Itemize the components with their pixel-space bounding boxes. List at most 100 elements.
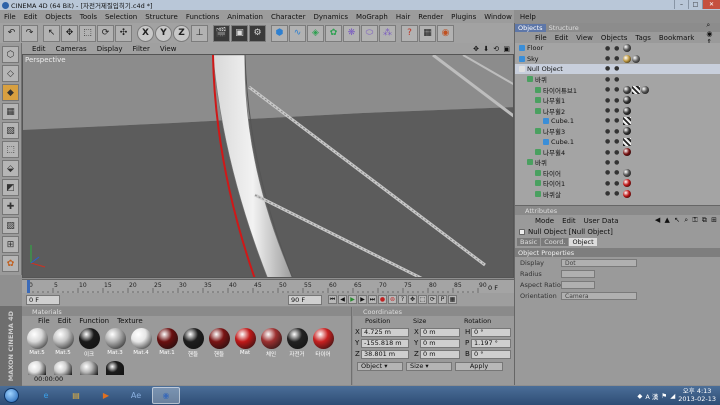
materials-menu-function[interactable]: Function bbox=[75, 317, 113, 325]
material-sphere[interactable] bbox=[234, 328, 256, 349]
visibility-dots-icon[interactable]: ● ● bbox=[605, 138, 620, 145]
tweak-mode-icon[interactable]: ▨ bbox=[2, 217, 19, 234]
coord-mode-select[interactable]: Object ▾ bbox=[357, 361, 403, 371]
visibility-dots-icon[interactable]: ● ● bbox=[605, 65, 620, 72]
object-row[interactable]: 바퀴살 ● ● bbox=[515, 188, 720, 199]
attr-tab-coord[interactable]: Coord. bbox=[541, 238, 569, 246]
object-menu-view[interactable]: View bbox=[572, 34, 597, 42]
visibility-dots-icon[interactable]: ● ● bbox=[605, 180, 620, 187]
scene-object-icon[interactable]: ⬭ bbox=[361, 24, 378, 42]
tab-structure[interactable]: Structure bbox=[546, 24, 582, 32]
object-row[interactable]: 타이어튜브1 ● ● bbox=[515, 85, 720, 95]
rotation-field[interactable]: 0 ° bbox=[471, 349, 511, 359]
menu-file[interactable]: File bbox=[0, 13, 20, 21]
material-sphere[interactable] bbox=[52, 328, 74, 349]
edit-render-settings-icon[interactable]: ⚙ bbox=[249, 24, 266, 42]
viewport-menu-edit[interactable]: Edit bbox=[27, 45, 51, 53]
taskbar-cinema4d-icon[interactable]: ◉ bbox=[152, 387, 180, 404]
next-key-icon[interactable]: ▶ bbox=[358, 295, 367, 304]
taskbar-aftereffects-icon[interactable]: Ae bbox=[122, 387, 150, 404]
attr-tab-basic[interactable]: Basic bbox=[517, 238, 541, 246]
attribute-value-field[interactable] bbox=[561, 281, 595, 289]
material-swatch[interactable]: Mat.4 bbox=[130, 328, 152, 358]
end-frame-field[interactable]: 90 F bbox=[288, 294, 322, 305]
material-swatch[interactable] bbox=[104, 361, 126, 375]
material-sphere[interactable] bbox=[130, 328, 152, 349]
attribute-menu-mode[interactable]: Mode bbox=[531, 217, 558, 225]
move-icon[interactable]: ✥ bbox=[61, 24, 78, 42]
keyframe-selection-icon[interactable]: ? bbox=[398, 295, 407, 304]
object-row[interactable]: Cube.1 ● ● bbox=[515, 116, 720, 126]
material-sphere[interactable] bbox=[182, 328, 204, 349]
x-axis-icon[interactable]: X bbox=[137, 24, 154, 42]
material-tag-icon[interactable] bbox=[641, 85, 649, 94]
size-field[interactable]: 0 m bbox=[420, 338, 460, 348]
material-tag-icon[interactable] bbox=[623, 189, 631, 198]
maximize-button[interactable]: □ bbox=[688, 0, 702, 9]
visibility-dots-icon[interactable]: ● ● bbox=[605, 117, 620, 124]
menu-dynamics[interactable]: Dynamics bbox=[310, 13, 353, 21]
visibility-dots-icon[interactable]: ● ● bbox=[605, 55, 620, 62]
undo-icon[interactable]: ↶ bbox=[3, 24, 20, 42]
object-menu-edit[interactable]: Edit bbox=[551, 34, 573, 42]
menu-functions[interactable]: Functions bbox=[182, 13, 223, 21]
material-sphere[interactable] bbox=[208, 328, 230, 349]
rotation-key-icon[interactable]: ⟳ bbox=[428, 295, 437, 304]
material-sphere[interactable] bbox=[286, 328, 308, 349]
timeline-window-icon[interactable]: ▦ bbox=[448, 295, 457, 304]
visibility-dots-icon[interactable]: ● ● bbox=[605, 76, 620, 83]
rotation-field[interactable]: 0 ° bbox=[471, 327, 511, 337]
size-mode-select[interactable]: Size ▾ bbox=[406, 361, 452, 371]
attribute-value-field[interactable]: Camera bbox=[561, 292, 637, 300]
record-icon[interactable]: ● bbox=[378, 295, 387, 304]
material-tag-icon[interactable] bbox=[623, 106, 631, 115]
material-sphere[interactable] bbox=[104, 328, 126, 349]
visibility-dots-icon[interactable]: ● ● bbox=[605, 149, 620, 156]
material-sphere[interactable] bbox=[312, 328, 334, 349]
visibility-dots-icon[interactable]: ● ● bbox=[605, 128, 620, 135]
workplane-icon[interactable]: ▧ bbox=[2, 122, 19, 139]
materials-menu-texture[interactable]: Texture bbox=[113, 317, 147, 325]
material-tag-icon[interactable] bbox=[623, 54, 631, 63]
render-view-icon[interactable]: 🎬 bbox=[213, 24, 230, 42]
materials-menu-edit[interactable]: Edit bbox=[54, 317, 76, 325]
object-menu-file[interactable]: File bbox=[531, 34, 551, 42]
redo-icon[interactable]: ↷ bbox=[21, 24, 38, 42]
object-menu-bookmark[interactable]: Bookmark bbox=[655, 34, 698, 42]
material-sphere[interactable] bbox=[28, 361, 46, 375]
material-sphere[interactable] bbox=[260, 328, 282, 349]
object-row[interactable]: 타이어 ● ● bbox=[515, 168, 720, 178]
menu-selection[interactable]: Selection bbox=[101, 13, 141, 21]
layout-icon[interactable]: ▦ bbox=[419, 24, 436, 42]
materials-menu-file[interactable]: File bbox=[34, 317, 54, 325]
object-row[interactable]: 나무휠3 ● ● bbox=[515, 126, 720, 136]
minimize-button[interactable]: – bbox=[674, 0, 688, 9]
attr-tab-object[interactable]: Object bbox=[569, 238, 597, 246]
material-swatch[interactable]: Mat.5 bbox=[52, 328, 74, 358]
close-button[interactable]: ✕ bbox=[702, 0, 720, 9]
menu-window[interactable]: Window bbox=[480, 13, 516, 21]
material-tag-icon[interactable] bbox=[623, 44, 631, 53]
menu-mograph[interactable]: MoGraph bbox=[352, 13, 392, 21]
prev-key-icon[interactable]: ◀ bbox=[338, 295, 347, 304]
texture-tag-icon[interactable] bbox=[623, 137, 631, 146]
texture-mode-icon[interactable]: ▦ bbox=[2, 103, 19, 120]
start-frame-field[interactable]: 0 F bbox=[26, 294, 60, 305]
material-swatch[interactable]: 이크 bbox=[78, 328, 100, 358]
position-field[interactable]: -155.818 m bbox=[361, 338, 409, 348]
menu-plugins[interactable]: Plugins bbox=[447, 13, 480, 21]
material-swatch[interactable]: Mat.3 bbox=[104, 328, 126, 358]
deformer-icon[interactable]: ❋ bbox=[343, 24, 360, 42]
size-field[interactable]: 0 m bbox=[420, 327, 460, 337]
object-row[interactable]: Sky ● ● bbox=[515, 53, 720, 63]
material-sphere[interactable] bbox=[54, 361, 72, 375]
coordinate-system-icon[interactable]: ⊥ bbox=[191, 24, 208, 42]
help-icon[interactable]: ? bbox=[401, 24, 418, 42]
menu-edit[interactable]: Edit bbox=[20, 13, 42, 21]
material-sphere[interactable] bbox=[156, 328, 178, 349]
material-swatch[interactable] bbox=[78, 361, 100, 375]
material-swatch[interactable]: Mat.1 bbox=[156, 328, 178, 358]
live-selection-icon[interactable]: ↖ bbox=[43, 24, 60, 42]
sculpt-icon[interactable]: ✿ bbox=[2, 255, 19, 272]
material-sphere[interactable] bbox=[26, 328, 48, 349]
